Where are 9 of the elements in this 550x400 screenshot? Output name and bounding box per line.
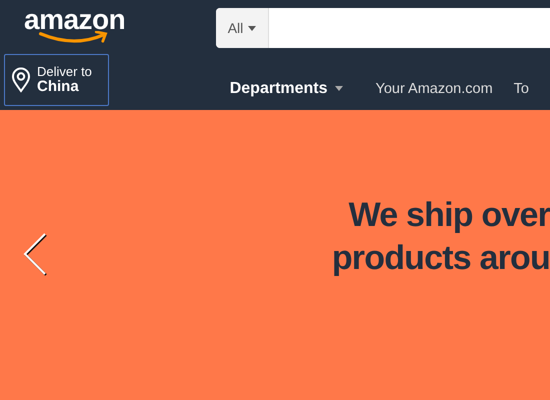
departments-menu[interactable]: Departments	[230, 80, 343, 98]
banner-headline: We ship over	[348, 195, 550, 236]
deliver-to-button[interactable]: Deliver to China	[4, 54, 109, 106]
nav-link[interactable]: To	[514, 81, 529, 97]
banner-headline: products arou	[332, 238, 550, 279]
amazon-logo[interactable]: amazon	[24, 8, 144, 44]
location-pin-icon	[11, 67, 31, 93]
nav-link[interactable]: Your Amazon.com	[376, 81, 493, 97]
category-dropdown[interactable]: All	[216, 8, 269, 48]
